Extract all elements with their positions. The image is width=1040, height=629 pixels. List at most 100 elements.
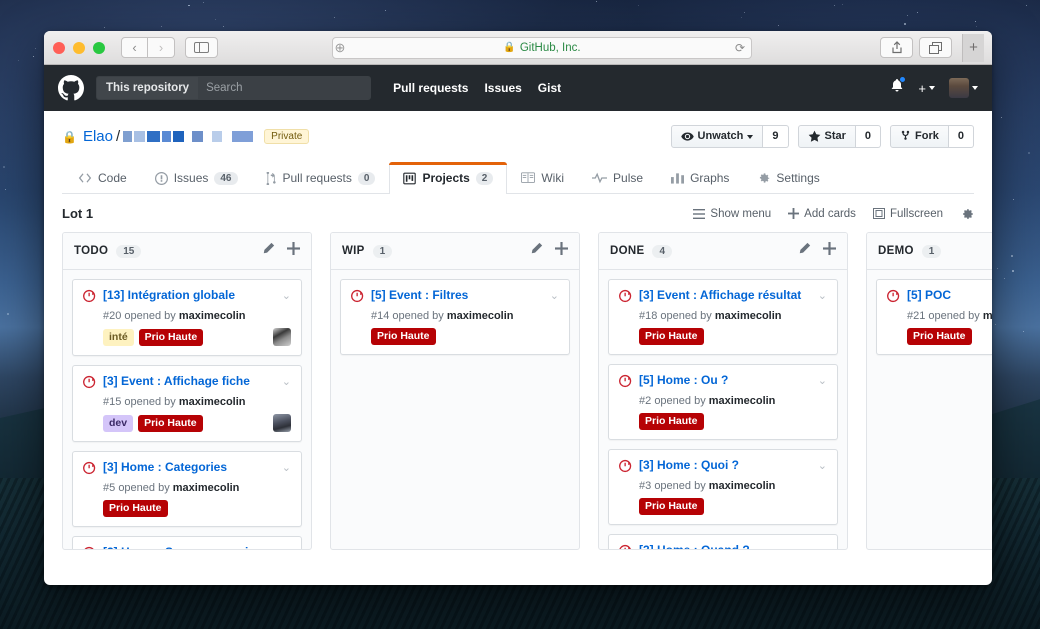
project-board[interactable]: TODO 15 [13] Intégration globale ⌄ #20 o… [44, 232, 992, 571]
chevron-down-icon[interactable]: ⌄ [818, 374, 827, 387]
board-column-done[interactable]: DONE 4 [3] Event: Affichage résultat ⌄ … [598, 232, 848, 550]
project-card[interactable]: [3] Home : Categories ⌄ #5 opened by max… [72, 451, 302, 527]
tab-graphs[interactable]: Graphs [657, 162, 743, 194]
back-button[interactable]: ‹ [121, 37, 148, 58]
fork-button[interactable]: Fork [890, 125, 949, 148]
watch-count[interactable]: 9 [763, 125, 788, 148]
github-logo-icon[interactable] [58, 75, 84, 101]
search-input[interactable] [198, 77, 370, 99]
card-title[interactable]: [3] Home : Quoi ? [639, 458, 812, 473]
add-card-button[interactable] [555, 242, 568, 260]
star-button[interactable]: Star [798, 125, 856, 148]
reload-button[interactable]: ⟳ [735, 41, 745, 55]
sidebar-toggle-button[interactable] [185, 37, 218, 58]
chevron-down-icon[interactable]: ⌄ [282, 461, 291, 474]
address-bar[interactable]: ⊕ 🔒 GitHub, Inc. ⟳ [332, 37, 752, 59]
card-author[interactable]: maximecolin [715, 310, 782, 322]
share-button[interactable] [880, 37, 913, 58]
card-title[interactable]: [5] POC [907, 288, 992, 303]
fullscreen-button[interactable]: Fullscreen [873, 208, 943, 220]
add-card-button[interactable] [823, 242, 836, 260]
navigation-buttons[interactable]: ‹ › [121, 37, 175, 58]
project-card[interactable]: [2] Home : Surprenez moi ⌄ #1 opened by … [72, 536, 302, 549]
card-author[interactable]: maximecolin [709, 395, 776, 407]
star-button-group[interactable]: Star 0 [798, 125, 882, 148]
user-menu[interactable] [949, 78, 978, 98]
nav-gist[interactable]: Gist [538, 81, 561, 95]
search-box[interactable]: This repository [96, 76, 371, 100]
board-column-wip[interactable]: WIP 1 [5] Event : Filtres ⌄ #14 opened b… [330, 232, 580, 550]
nav-pull-requests[interactable]: Pull requests [393, 81, 468, 95]
label-chip[interactable]: Prio Haute [639, 328, 704, 345]
watch-button-group[interactable]: Unwatch 9 [671, 125, 789, 148]
avatar[interactable] [273, 328, 291, 346]
card-author[interactable]: maximecolin [173, 482, 240, 494]
new-tab-button[interactable]: + [962, 34, 984, 62]
tab-pulse[interactable]: Pulse [578, 162, 657, 194]
label-chip[interactable]: Prio Haute [138, 415, 203, 432]
show-menu-button[interactable]: Show menu [693, 208, 771, 220]
chevron-down-icon[interactable]: ⌄ [818, 544, 827, 549]
card-title[interactable]: [3] Home : Quand ? [639, 543, 812, 549]
chevron-down-icon[interactable]: ⌄ [818, 459, 827, 472]
chevron-down-icon[interactable]: ⌄ [818, 289, 827, 302]
project-settings-button[interactable] [960, 207, 974, 221]
chevron-down-icon[interactable]: ⌄ [282, 546, 291, 549]
search-scope-label[interactable]: This repository [97, 77, 198, 99]
label-chip[interactable]: inté [103, 329, 134, 346]
card-author[interactable]: maximecolin [179, 396, 246, 408]
project-card[interactable]: [3] Home : Quand ? ⌄ #4 opened by maxime… [608, 534, 838, 549]
project-card[interactable]: [13] Intégration globale ⌄ #20 opened by… [72, 279, 302, 356]
project-card[interactable]: [5] POC ⌄ #21 opened by maximecolin Prio… [876, 279, 992, 355]
star-count[interactable]: 0 [856, 125, 881, 148]
notifications-button[interactable] [890, 78, 904, 99]
label-chip[interactable]: Prio Haute [639, 498, 704, 515]
label-chip[interactable]: Prio Haute [907, 328, 972, 345]
project-card[interactable]: [3] Event : Affichage résultat ⌄ #18 ope… [608, 279, 838, 355]
create-new-menu[interactable]: + [918, 81, 935, 96]
board-column-demo[interactable]: DEMO 1 [5] POC #21 opened by m Prio Haut… [866, 232, 992, 550]
tab-wiki[interactable]: Wiki [507, 162, 578, 194]
show-tabs-button[interactable] [919, 37, 952, 58]
card-title[interactable]: [3] Event : Affichage fiche [103, 374, 276, 389]
edit-column-button[interactable] [798, 242, 811, 260]
label-chip[interactable]: Prio Haute [103, 500, 168, 517]
project-card[interactable]: [5] Home : Ou ? ⌄ #2 opened by maximecol… [608, 364, 838, 440]
edit-column-button[interactable] [262, 242, 275, 260]
board-column-todo[interactable]: TODO 15 [13] Intégration globale ⌄ #20 o… [62, 232, 312, 550]
label-chip[interactable]: dev [103, 415, 133, 432]
repo-owner-link[interactable]: Elao [83, 128, 113, 145]
add-card-button[interactable] [287, 242, 300, 260]
fork-button-group[interactable]: Fork 0 [890, 125, 974, 148]
fork-count[interactable]: 0 [949, 125, 974, 148]
card-title[interactable]: [5] Event : Filtres [371, 288, 544, 303]
repo-name-redacted[interactable] [123, 131, 255, 142]
card-title[interactable]: [3] Home : Categories [103, 460, 276, 475]
window-controls[interactable] [53, 42, 105, 54]
zoom-window-button[interactable] [93, 42, 105, 54]
project-card[interactable]: [3] Event : Affichage fiche ⌄ #15 opened… [72, 365, 302, 442]
chevron-down-icon[interactable]: ⌄ [282, 289, 291, 302]
forward-button[interactable]: › [148, 37, 175, 58]
card-author[interactable]: maximecolin [709, 480, 776, 492]
project-card[interactable]: [5] Event : Filtres ⌄ #14 opened by maxi… [340, 279, 570, 355]
unwatch-button[interactable]: Unwatch [671, 125, 764, 148]
label-chip[interactable]: Prio Haute [639, 413, 704, 430]
label-chip[interactable]: Prio Haute [371, 328, 436, 345]
close-window-button[interactable] [53, 42, 65, 54]
chevron-down-icon[interactable]: ⌄ [550, 289, 559, 302]
label-chip[interactable]: Prio Haute [139, 329, 204, 346]
tab-issues[interactable]: Issues 46 [141, 162, 252, 194]
tab-code[interactable]: Code [64, 162, 141, 194]
avatar[interactable] [273, 414, 291, 432]
card-author[interactable]: maximecolin [447, 310, 514, 322]
card-title[interactable]: [3] Event : Affichage résultat [639, 288, 812, 303]
card-author[interactable]: maximecolin [179, 310, 246, 322]
chevron-down-icon[interactable]: ⌄ [282, 375, 291, 388]
card-title[interactable]: [13] Intégration globale [103, 288, 276, 303]
card-title[interactable]: [2] Home : Surprenez moi [103, 545, 276, 549]
card-author[interactable]: maximecolin [983, 310, 992, 322]
nav-issues[interactable]: Issues [484, 81, 521, 95]
tab-pull-requests[interactable]: Pull requests 0 [252, 162, 390, 194]
minimize-window-button[interactable] [73, 42, 85, 54]
